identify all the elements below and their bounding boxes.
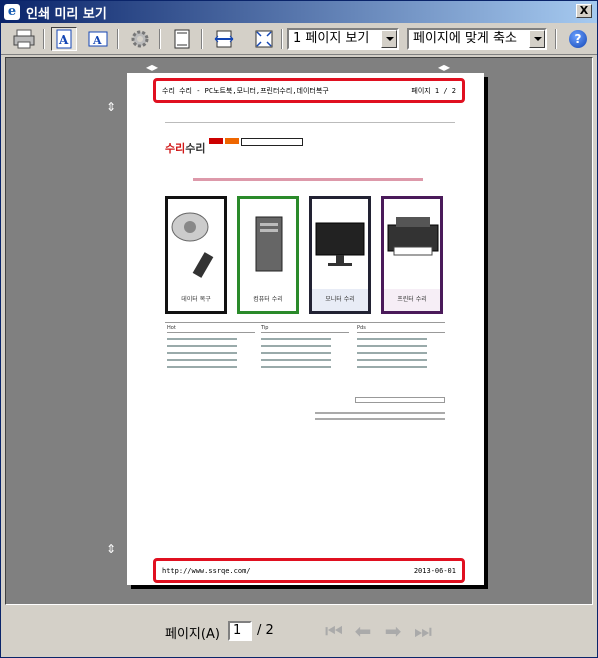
footer-right-text: 2013-06-01: [413, 566, 456, 575]
toggle-header-footer-button[interactable]: [169, 27, 195, 51]
page-total: / 2: [257, 623, 274, 638]
next-page-icon[interactable]: ➡: [383, 621, 403, 641]
close-button[interactable]: X: [576, 4, 592, 18]
footer-left-text: http://www.ssrqe.com/: [162, 566, 251, 575]
full-page-icon: [255, 30, 273, 48]
navigation-bar: 페이지(A) 1 / 2 ⏮ ⬅ ➡ ⏭: [1, 609, 597, 657]
site-logo: 수리수리: [165, 142, 206, 155]
portrait-button[interactable]: A: [51, 27, 77, 51]
preview-area[interactable]: ◂▸ ◂▸ ⇕ ⇕ 수리 수리 - PC노트북,모니터,프린터수리,데이터복구 …: [5, 57, 593, 605]
header-left-text: 수리 수리 - PC노트북,모니터,프린터수리,데이터복구: [162, 86, 329, 95]
last-page-icon[interactable]: ⏭: [413, 621, 433, 641]
print-button[interactable]: [11, 27, 37, 51]
page-setup-icon: [131, 30, 149, 48]
card-data-recovery: 데이터 복구: [165, 196, 227, 314]
full-width-icon: [214, 30, 234, 48]
help-button[interactable]: ?: [565, 27, 591, 51]
landscape-icon: A: [88, 31, 108, 47]
svg-text:A: A: [92, 34, 102, 47]
print-icon: [13, 29, 35, 49]
page-header: 수리 수리 - PC노트북,모니터,프린터수리,데이터복구 페이지 1 / 2: [153, 78, 465, 103]
landscape-button[interactable]: A: [85, 27, 111, 51]
first-page-icon[interactable]: ⏮: [324, 621, 344, 641]
toolbar: A A 1 페이지 보기 페이지에 맞게 축소 ?: [1, 23, 597, 55]
help-icon: ?: [569, 30, 587, 48]
scale-select[interactable]: 페이지에 맞게 축소: [407, 28, 547, 50]
ie-icon: e: [4, 4, 20, 20]
full-width-button[interactable]: [211, 27, 237, 51]
card-printer-repair: 프린터 수리: [381, 196, 443, 314]
page-footer: http://www.ssrqe.com/ 2013-06-01: [153, 558, 465, 583]
chevron-down-icon[interactable]: [529, 30, 545, 48]
print-preview-window: e 인쇄 미리 보기 X A A 1 페이지 보기 페이지에 맞게 축소 ? ◂…: [0, 0, 598, 658]
scale-value: 페이지에 맞게 축소: [413, 31, 517, 46]
top-margin-handle[interactable]: ⇕: [106, 100, 116, 114]
full-page-button[interactable]: [251, 27, 277, 51]
view-mode-select[interactable]: 1 페이지 보기: [287, 28, 399, 50]
right-margin-handle[interactable]: ◂▸: [438, 60, 450, 74]
prev-page-icon[interactable]: ⬅: [353, 621, 373, 641]
site-tips-board: Hot Tip Pds: [165, 322, 445, 388]
page-label: 페이지(A): [165, 627, 220, 642]
page-setup-button[interactable]: [127, 27, 153, 51]
header-right-text: 페이지 1 / 2: [411, 86, 456, 95]
portrait-icon: A: [56, 29, 72, 49]
site-searchbar: [241, 138, 303, 146]
toggle-header-footer-icon: [174, 29, 190, 49]
window-title: 인쇄 미리 보기: [26, 6, 107, 22]
preview-page: 수리 수리 - PC노트북,모니터,프린터수리,데이터복구 페이지 1 / 2 …: [127, 73, 484, 585]
chevron-down-icon[interactable]: [381, 30, 397, 48]
svg-text:A: A: [58, 33, 69, 47]
card-monitor-repair: 모니터 수리: [309, 196, 371, 314]
title-bar: e 인쇄 미리 보기 X: [1, 1, 597, 23]
view-mode-value: 1 페이지 보기: [293, 31, 370, 46]
site-thumbnail: 수리수리 데이터 복구 컴퓨터 수리 모니터 수리 프린터 수리 Hot Tip…: [165, 120, 455, 420]
left-margin-handle[interactable]: ◂▸: [146, 60, 158, 74]
page-number-input[interactable]: 1: [228, 621, 252, 641]
bottom-margin-handle[interactable]: ⇕: [106, 542, 116, 556]
card-computer-repair: 컴퓨터 수리: [237, 196, 299, 314]
